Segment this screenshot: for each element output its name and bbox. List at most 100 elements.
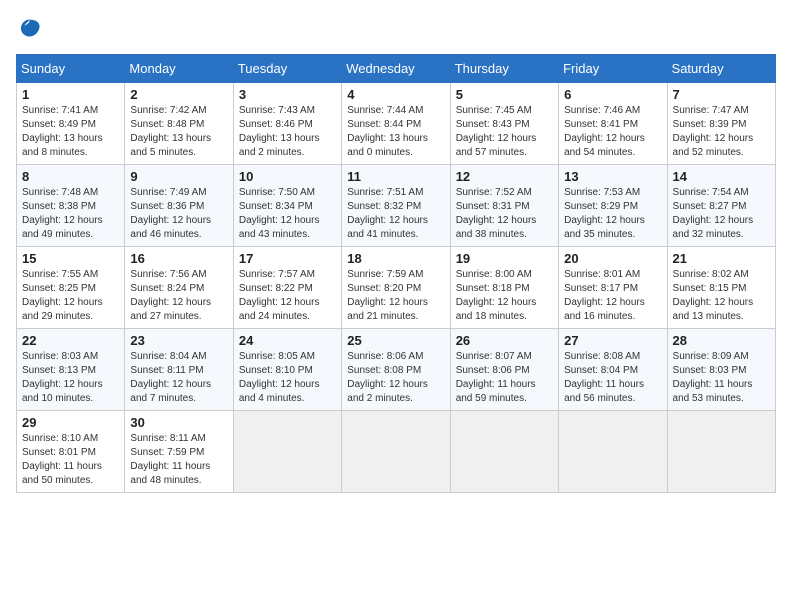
calendar-header-friday: Friday (559, 55, 667, 83)
calendar-cell: 23 Sunrise: 8:04 AMSunset: 8:11 PMDayligh… (125, 329, 233, 411)
calendar-cell: 1 Sunrise: 7:41 AMSunset: 8:49 PMDaylight… (17, 83, 125, 165)
day-info: Sunrise: 8:10 AMSunset: 8:01 PMDaylight:… (22, 432, 119, 488)
calendar-header-tuesday: Tuesday (233, 55, 341, 83)
day-number: 6 (564, 87, 661, 102)
calendar-header-saturday: Saturday (667, 55, 775, 83)
calendar-cell (450, 411, 558, 493)
calendar-cell: 15Sunrise: 7:55 AMSunset: 8:25 PMDayligh… (17, 247, 125, 329)
page-header (16, 16, 776, 44)
day-number: 13 (564, 169, 661, 184)
calendar-cell: 25 Sunrise: 8:06 AMSunset: 8:08 PMDayligh… (342, 329, 450, 411)
calendar-week-1: 1 Sunrise: 7:41 AMSunset: 8:49 PMDaylight… (17, 83, 776, 165)
day-number: 27 (564, 333, 661, 348)
day-number: 21 (673, 251, 770, 266)
day-number: 25 (347, 333, 444, 348)
day-number: 19 (456, 251, 553, 266)
calendar-cell: 19 Sunrise: 8:00 AMSunset: 8:18 PMDayligh… (450, 247, 558, 329)
day-number: 30 (130, 415, 227, 430)
day-info: Sunrise: 7:56 AMSunset: 8:24 PMDaylight:… (130, 268, 227, 324)
calendar-week-4: 22 Sunrise: 8:03 AMSunset: 8:13 PMDayligh… (17, 329, 776, 411)
calendar-cell (559, 411, 667, 493)
day-info: Sunrise: 8:00 AMSunset: 8:18 PMDaylight:… (456, 268, 553, 324)
day-info: Sunrise: 7:42 AMSunset: 8:48 PMDaylight:… (130, 104, 227, 160)
calendar-header-monday: Monday (125, 55, 233, 83)
calendar-cell: 9 Sunrise: 7:49 AMSunset: 8:36 PMDaylight… (125, 165, 233, 247)
day-number: 1 (22, 87, 119, 102)
logo (16, 16, 48, 44)
day-number: 26 (456, 333, 553, 348)
day-number: 4 (347, 87, 444, 102)
calendar-header-row: SundayMondayTuesdayWednesdayThursdayFrid… (17, 55, 776, 83)
day-number: 12 (456, 169, 553, 184)
day-number: 23 (130, 333, 227, 348)
day-number: 7 (673, 87, 770, 102)
day-number: 8 (22, 169, 119, 184)
calendar-body: 1 Sunrise: 7:41 AMSunset: 8:49 PMDaylight… (17, 83, 776, 493)
logo-icon (16, 16, 44, 44)
day-info: Sunrise: 7:52 AMSunset: 8:31 PMDaylight:… (456, 186, 553, 242)
calendar-cell: 3Sunrise: 7:43 AMSunset: 8:46 PMDaylight… (233, 83, 341, 165)
day-info: Sunrise: 8:03 AMSunset: 8:13 PMDaylight:… (22, 350, 119, 406)
day-info: Sunrise: 8:05 AMSunset: 8:10 PMDaylight:… (239, 350, 336, 406)
calendar-cell: 12 Sunrise: 7:52 AMSunset: 8:31 PMDayligh… (450, 165, 558, 247)
calendar-table: SundayMondayTuesdayWednesdayThursdayFrid… (16, 54, 776, 493)
day-number: 11 (347, 169, 444, 184)
calendar-cell: 29 Sunrise: 8:10 AMSunset: 8:01 PMDayligh… (17, 411, 125, 493)
day-number: 15 (22, 251, 119, 266)
day-number: 2 (130, 87, 227, 102)
day-info: Sunrise: 7:43 AMSunset: 8:46 PMDaylight:… (239, 104, 336, 160)
day-info: Sunrise: 7:50 AMSunset: 8:34 PMDaylight:… (239, 186, 336, 242)
day-info: Sunrise: 8:06 AMSunset: 8:08 PMDaylight:… (347, 350, 444, 406)
day-info: Sunrise: 7:53 AMSunset: 8:29 PMDaylight:… (564, 186, 661, 242)
calendar-cell: 7 Sunrise: 7:47 AMSunset: 8:39 PMDaylight… (667, 83, 775, 165)
calendar-cell: 28Sunrise: 8:09 AMSunset: 8:03 PMDayligh… (667, 329, 775, 411)
day-number: 9 (130, 169, 227, 184)
day-info: Sunrise: 8:08 AMSunset: 8:04 PMDaylight:… (564, 350, 661, 406)
day-number: 28 (673, 333, 770, 348)
calendar-cell (233, 411, 341, 493)
calendar-header-thursday: Thursday (450, 55, 558, 83)
day-info: Sunrise: 7:47 AMSunset: 8:39 PMDaylight:… (673, 104, 770, 160)
calendar-cell: 17 Sunrise: 7:57 AMSunset: 8:22 PMDayligh… (233, 247, 341, 329)
calendar-week-5: 29 Sunrise: 8:10 AMSunset: 8:01 PMDayligh… (17, 411, 776, 493)
day-info: Sunrise: 8:11 AMSunset: 7:59 PMDaylight:… (130, 432, 227, 488)
calendar-cell: 6 Sunrise: 7:46 AMSunset: 8:41 PMDaylight… (559, 83, 667, 165)
day-info: Sunrise: 7:46 AMSunset: 8:41 PMDaylight:… (564, 104, 661, 160)
day-info: Sunrise: 8:02 AMSunset: 8:15 PMDaylight:… (673, 268, 770, 324)
day-number: 20 (564, 251, 661, 266)
calendar-cell: 30 Sunrise: 8:11 AMSunset: 7:59 PMDayligh… (125, 411, 233, 493)
day-info: Sunrise: 7:45 AMSunset: 8:43 PMDaylight:… (456, 104, 553, 160)
day-info: Sunrise: 7:54 AMSunset: 8:27 PMDaylight:… (673, 186, 770, 242)
calendar-cell: 14 Sunrise: 7:54 AMSunset: 8:27 PMDayligh… (667, 165, 775, 247)
calendar-cell: 16 Sunrise: 7:56 AMSunset: 8:24 PMDayligh… (125, 247, 233, 329)
calendar-cell: 22 Sunrise: 8:03 AMSunset: 8:13 PMDayligh… (17, 329, 125, 411)
day-number: 29 (22, 415, 119, 430)
day-info: Sunrise: 8:01 AMSunset: 8:17 PMDaylight:… (564, 268, 661, 324)
calendar-cell: 20 Sunrise: 8:01 AMSunset: 8:17 PMDayligh… (559, 247, 667, 329)
day-info: Sunrise: 7:49 AMSunset: 8:36 PMDaylight:… (130, 186, 227, 242)
calendar-header-wednesday: Wednesday (342, 55, 450, 83)
day-number: 16 (130, 251, 227, 266)
day-number: 5 (456, 87, 553, 102)
calendar-cell: 2 Sunrise: 7:42 AMSunset: 8:48 PMDaylight… (125, 83, 233, 165)
day-number: 22 (22, 333, 119, 348)
calendar-cell: 26Sunrise: 8:07 AMSunset: 8:06 PMDayligh… (450, 329, 558, 411)
day-info: Sunrise: 8:04 AMSunset: 8:11 PMDaylight:… (130, 350, 227, 406)
calendar-week-3: 15Sunrise: 7:55 AMSunset: 8:25 PMDayligh… (17, 247, 776, 329)
calendar-cell (342, 411, 450, 493)
calendar-cell: 18Sunrise: 7:59 AMSunset: 8:20 PMDayligh… (342, 247, 450, 329)
day-number: 17 (239, 251, 336, 266)
day-info: Sunrise: 7:59 AMSunset: 8:20 PMDaylight:… (347, 268, 444, 324)
calendar-cell: 8Sunrise: 7:48 AMSunset: 8:38 PMDaylight… (17, 165, 125, 247)
day-info: Sunrise: 7:44 AMSunset: 8:44 PMDaylight:… (347, 104, 444, 160)
calendar-header-sunday: Sunday (17, 55, 125, 83)
day-info: Sunrise: 7:57 AMSunset: 8:22 PMDaylight:… (239, 268, 336, 324)
calendar-cell (667, 411, 775, 493)
calendar-cell: 24Sunrise: 8:05 AMSunset: 8:10 PMDayligh… (233, 329, 341, 411)
calendar-cell: 4 Sunrise: 7:44 AMSunset: 8:44 PMDaylight… (342, 83, 450, 165)
calendar-cell: 13 Sunrise: 7:53 AMSunset: 8:29 PMDayligh… (559, 165, 667, 247)
calendar-cell: 11Sunrise: 7:51 AMSunset: 8:32 PMDayligh… (342, 165, 450, 247)
day-info: Sunrise: 7:41 AMSunset: 8:49 PMDaylight:… (22, 104, 119, 160)
day-number: 14 (673, 169, 770, 184)
calendar-cell: 10Sunrise: 7:50 AMSunset: 8:34 PMDayligh… (233, 165, 341, 247)
